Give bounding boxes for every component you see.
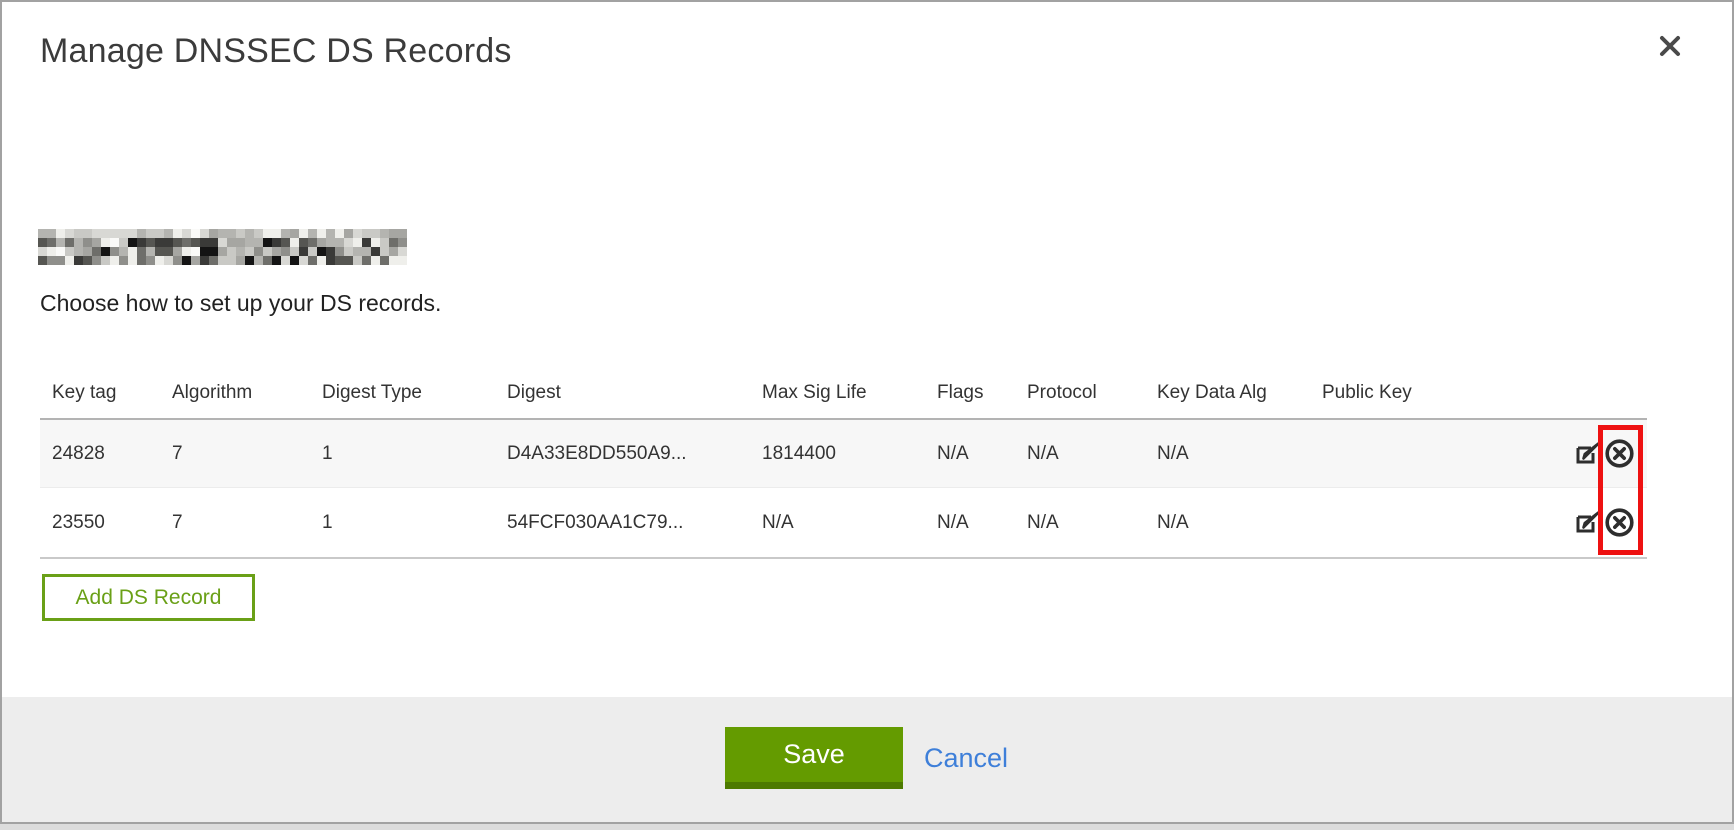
table-header-row: Key tag Algorithm Digest Type Digest Max… [40,368,1647,419]
col-header-key-data-alg: Key Data Alg [1145,368,1310,419]
setup-instruction-text: Choose how to set up your DS records. [40,290,441,317]
cell-max-sig-life: N/A [750,488,925,559]
save-button[interactable]: Save [725,727,903,789]
cell-digest-type: 1 [310,488,495,559]
x-icon-glyph [1658,34,1682,58]
cell-public-key [1310,488,1552,559]
cell-protocol: N/A [1015,488,1145,559]
cell-algorithm: 7 [160,419,310,488]
col-header-protocol: Protocol [1015,368,1145,419]
cell-protocol: N/A [1015,419,1145,488]
edit-icon[interactable] [1574,509,1601,536]
ds-records-table: Key tag Algorithm Digest Type Digest Max… [40,368,1647,559]
manage-dnssec-modal: Manage DNSSEC DS Records Choose how to s… [0,0,1734,824]
redacted-domain [38,229,407,265]
cell-key-data-alg: N/A [1145,488,1310,559]
delete-circle-x-icon[interactable] [1604,507,1635,538]
cell-algorithm: 7 [160,488,310,559]
table-row: 23550 7 1 54FCF030AA1C79... N/A N/A N/A … [40,488,1647,559]
cell-digest: D4A33E8DD550A9... [495,419,750,488]
cell-flags: N/A [925,488,1015,559]
cell-public-key [1310,419,1552,488]
cancel-link[interactable]: Cancel [924,727,1008,789]
cell-max-sig-life: 1814400 [750,419,925,488]
close-icon[interactable] [1656,32,1684,60]
cell-digest: 54FCF030AA1C79... [495,488,750,559]
col-header-actions [1552,368,1647,419]
col-header-digest: Digest [495,368,750,419]
col-header-public-key: Public Key [1310,368,1552,419]
cell-digest-type: 1 [310,419,495,488]
page-title: Manage DNSSEC DS Records [40,32,512,71]
col-header-algorithm: Algorithm [160,368,310,419]
col-header-digest-type: Digest Type [310,368,495,419]
cell-flags: N/A [925,419,1015,488]
add-ds-record-button[interactable]: Add DS Record [42,574,255,621]
col-header-max-sig-life: Max Sig Life [750,368,925,419]
cell-key-tag: 23550 [40,488,160,559]
delete-circle-x-icon[interactable] [1604,438,1635,469]
cell-key-tag: 24828 [40,419,160,488]
modal-footer: Save Cancel [2,697,1732,822]
col-header-flags: Flags [925,368,1015,419]
table-row: 24828 7 1 D4A33E8DD550A9... 1814400 N/A … [40,419,1647,488]
edit-icon[interactable] [1574,440,1601,467]
col-header-key-tag: Key tag [40,368,160,419]
cell-key-data-alg: N/A [1145,419,1310,488]
